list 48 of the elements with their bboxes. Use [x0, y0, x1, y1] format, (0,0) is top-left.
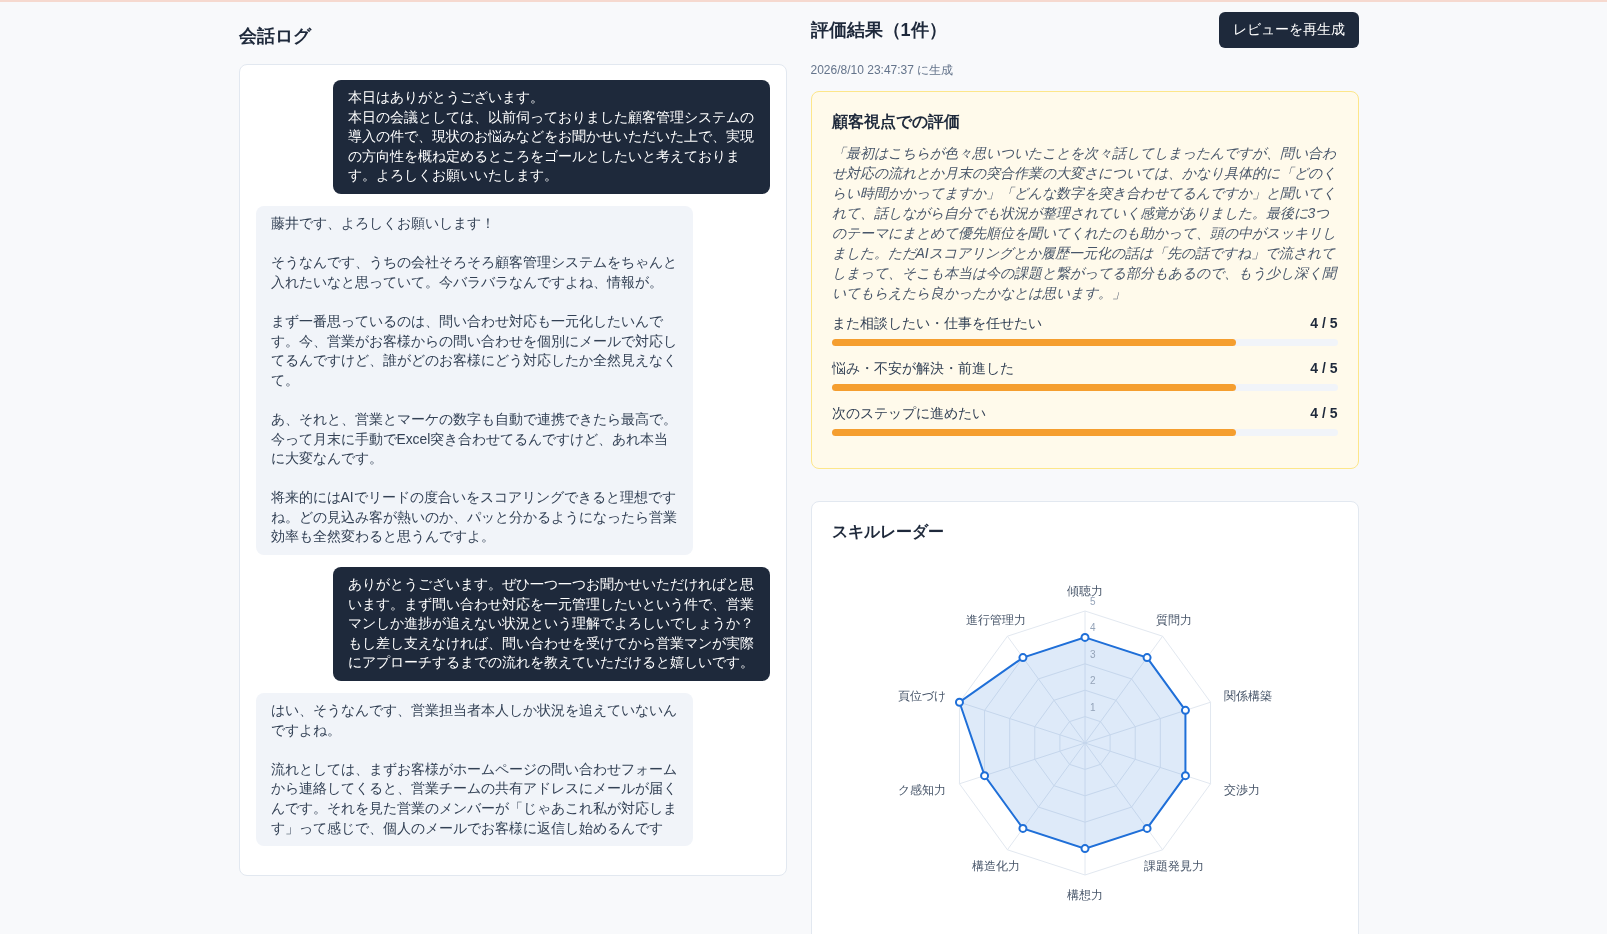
axis-label: 構想力 [1066, 888, 1103, 902]
score-label: また相談したい・仕事を任せたい [831, 315, 1042, 333]
section-title: 評価結果（1件） [810, 19, 947, 42]
tick-label: 3 [1089, 648, 1096, 660]
axis-label: 傾聴力 [1066, 584, 1103, 598]
message-text: ありがとうございます。ぜひ一つ一つお聞かせいただければと思います。まず問い合わせ対応を一元管理したいという件で、営業マンしか進捗が追えない状況という理解でよろしいでしょうか？もし差し支えなければ、問い合わせを受けてから営業マンが実際にアプローチするまでの流れを教えていただけると嬉しいです。 [347, 576, 755, 673]
card-title: スキルレーダー [831, 522, 944, 542]
data-point [1180, 771, 1190, 781]
message-text: はい、そうなんです、営業担当者本人しか状況を追えていないんですよね。 [270, 702, 678, 740]
message-text: まず一番思っているのは、問い合わせ対応も一元化したいんです。今、営業がお客様からの問い合わせを個別にメールで対応してるんですけど、誰がどのお客様にどう対応したか全然見えなくて。 [270, 312, 678, 390]
axis-label: 構造化力 [971, 858, 1020, 873]
data-point [954, 697, 964, 707]
data-point [1080, 632, 1089, 642]
message-text: 本日はありがとうございます。 [347, 89, 545, 107]
score-label: 悩み・不安が解決・前進した [831, 360, 1014, 378]
axis-label: 進行管理力 [965, 613, 1026, 628]
message-text: そうなんです、うちの会社そろそろ顧客管理システムをちゃんと入れたいなと思っていて。今バラバラなんですよね、情報が。 [270, 254, 678, 292]
data-point [1142, 653, 1152, 663]
customer-quote: 「最初はこちらが色々思いついたことを次々話してしまったんですが、問い合わせ対応の流れとか月末の突合作業の大変さについては、かなり具体的に「どのくらい時間かかってますか」「どんな数字を突き合わせてるんですか」と聞いてくれて、話しながら自分でも状況が整理されていく感覚がありました。最後に3つのテーマにまとめて優先順位を聞いてくれたのも助かって、頭の中がスッキリしました。ただAIスコアリングとか履歴一元化の話は「先の話ですね」で流されてしまって、そこも本当は今の課題と繋がってる部分もあるので、もう少し深く聞いてもらえたら良かったかなとは思います。」 [831, 144, 1338, 303]
data-point [979, 771, 989, 781]
message-text: あ、それと、営業とマーケの数字も自動で連携できたら最高で。今って月末に手動でExcel突き合わせてるんですけど、あれ本当に大変なんです。 [270, 410, 678, 469]
timestamp: 2026/8/10 23:47:37 に生成 [810, 62, 954, 79]
message-text: 流れとしては、まずお客様がホームページの問い合わせフォームから連絡してくると、営業チームの共有アドレスにメールが届くんです。それを見た営業のメンバーが「じゃあこれ私が対応します」って感じで、個人のメールでお客様に返信し始めるんです [270, 760, 678, 838]
score-value: 4 / 5 [1310, 405, 1338, 423]
message-text: 将来的にはAIでリードの度合いをスコアリングできると理想ですね。どの見込み客が熱いのか、パッと分かるようになったら営業効率も全然変わると思うんですよ。 [270, 489, 678, 547]
axis-label: 関係構築 [1223, 689, 1272, 704]
data-point [1080, 844, 1089, 854]
tick-label: 1 [1089, 701, 1096, 713]
tick-label: 2 [1089, 675, 1096, 687]
section-title: 会話ログ [238, 25, 311, 48]
message-text: 藤井です、よろしくお願いします！ [270, 214, 496, 233]
axis-label: 課題発見力 [1143, 858, 1204, 873]
axis-label: 質問力 [1155, 613, 1192, 628]
score-label: 次のステップに進めたい [831, 405, 986, 423]
data-point [1017, 823, 1027, 833]
regenerate-button[interactable]: レビューを再生成 [1218, 12, 1359, 48]
score-value: 4 / 5 [1310, 315, 1338, 333]
data-point [1017, 653, 1027, 663]
axis-label: 交渉力 [1223, 782, 1260, 797]
tick-label: 4 [1089, 622, 1096, 634]
score-value: 4 / 5 [1310, 360, 1338, 378]
data-point [1142, 823, 1152, 833]
data-point [1180, 705, 1190, 715]
axis-label: 頁位づけ [897, 689, 946, 704]
tick-label: 5 [1089, 596, 1096, 607]
axis-label: ク感知力 [897, 782, 946, 797]
card-title: 顧客視点での評価 [831, 112, 960, 132]
message-text: 本日の会議としては、以前伺っておりました顧客管理システムの導入の件で、現状のお悩みなどをお聞かせいただいた上で、実現の方向性を概ね定めるところをゴールとしたいと考えております。よろしくお願いいたします。 [347, 108, 755, 186]
